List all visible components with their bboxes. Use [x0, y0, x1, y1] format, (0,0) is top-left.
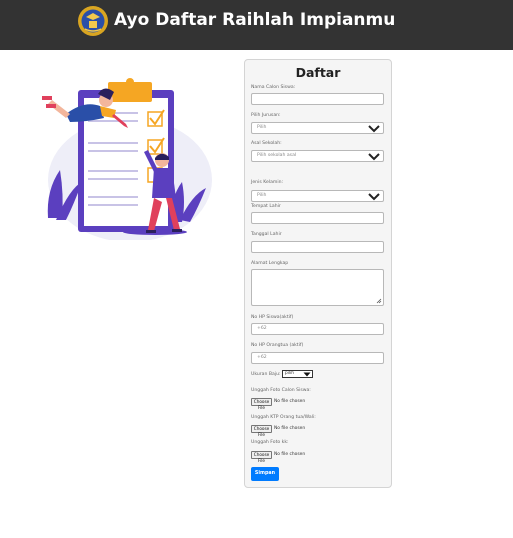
- birthplace-input[interactable]: [251, 212, 384, 224]
- top-navbar: Ayo Daftar Raihlah Impianmu: [0, 0, 513, 50]
- student-photo-file-status: No file chosen: [274, 399, 306, 404]
- birthplace-label: Tempat Lahir: [251, 204, 281, 209]
- address-label: Alamat Lengkap: [251, 261, 289, 266]
- name-label: Nama Calon Siswa:: [251, 85, 296, 90]
- site-title: Ayo Daftar Raihlah Impianmu: [114, 10, 396, 30]
- student-photo-file-button[interactable]: Choose File: [251, 398, 272, 410]
- shirt-size-label: Ukuran Baju:: [251, 372, 281, 377]
- shirt-size-value: pilih: [285, 371, 295, 376]
- gender-select[interactable]: Pilih: [251, 190, 384, 202]
- major-label: Pilih Jurusan:: [251, 113, 281, 118]
- chevron-down-icon: [303, 372, 311, 377]
- parent-phone-input[interactable]: +62: [251, 352, 384, 364]
- name-input[interactable]: [251, 93, 384, 105]
- family-card-file-status: No file chosen: [274, 452, 306, 457]
- school-select[interactable]: Pilih sekolah asal: [251, 150, 384, 162]
- gender-select-value: Pilih: [257, 193, 267, 198]
- major-select-value: Pilih: [257, 125, 267, 130]
- school-logo-icon: [78, 6, 108, 36]
- student-photo-label: Unggah Foto Calon Siswa:: [251, 388, 311, 393]
- save-button[interactable]: Simpan: [251, 467, 279, 481]
- student-phone-input[interactable]: +62: [251, 323, 384, 335]
- form-title: Daftar: [295, 65, 341, 80]
- family-card-label: Unggah Foto kk:: [251, 440, 289, 445]
- resize-grip-icon[interactable]: [376, 298, 382, 304]
- chevron-down-icon: [368, 193, 380, 201]
- chevron-down-icon: [368, 125, 380, 133]
- parent-id-file-status: No file chosen: [274, 426, 306, 431]
- shirt-size-select[interactable]: pilih: [282, 370, 313, 378]
- chevron-down-icon: [368, 153, 380, 161]
- birthdate-input[interactable]: [251, 241, 384, 253]
- parent-phone-label: No HP Orangtua (aktif): [251, 343, 304, 348]
- parent-id-file-button[interactable]: Choose File: [251, 425, 272, 437]
- birthdate-label: Tanggal Lahir: [251, 232, 282, 237]
- school-label: Asal Sekolah:: [251, 141, 282, 146]
- major-select[interactable]: Pilih: [251, 122, 384, 134]
- parent-id-label: Unggah KTP Orang tua/Wali:: [251, 415, 316, 420]
- student-phone-label: No HP Siswa(aktif): [251, 315, 294, 320]
- address-textarea[interactable]: [251, 269, 384, 306]
- registration-form: Daftar Nama Calon Siswa: Pilih Jurusan: …: [244, 59, 392, 488]
- registration-illustration: [42, 78, 212, 240]
- family-card-file-button[interactable]: Choose File: [251, 451, 272, 463]
- gender-label: Jenis Kelamin:: [251, 180, 284, 185]
- school-select-value: Pilih sekolah asal: [257, 153, 297, 158]
